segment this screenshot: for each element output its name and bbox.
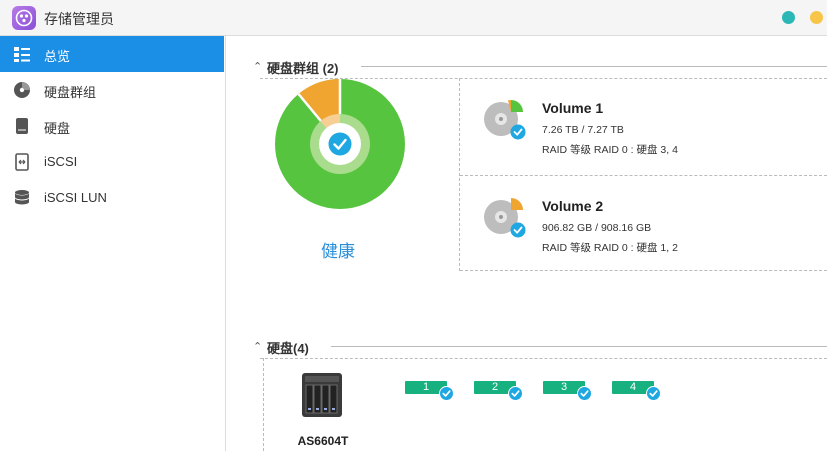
nas-device-icon[interactable]	[301, 372, 343, 418]
disk-slot-1[interactable]: 1	[405, 381, 457, 401]
section-title: 硬盘群组 (2)	[267, 61, 339, 76]
volume-name: Volume 1	[542, 100, 604, 116]
disk-ok-check-icon	[439, 386, 454, 401]
disk-slot-3[interactable]: 3	[543, 381, 595, 401]
health-status-label: 健康	[321, 242, 355, 261]
sidebar-item-iscsi-lun[interactable]: iSCSI LUN	[0, 180, 224, 216]
maximize-button[interactable]	[810, 11, 823, 24]
section-divider	[361, 66, 827, 67]
volume-capacity: 906.82 GB / 908.16 GB	[542, 222, 652, 234]
sidebar-item-label: 硬盘群组	[44, 85, 97, 100]
volume-disk-icon	[484, 198, 526, 238]
disk-ok-check-icon	[508, 386, 523, 401]
dashed-divider	[260, 358, 827, 359]
disk-slot-4[interactable]: 4	[612, 381, 664, 401]
disk-slot-2[interactable]: 2	[474, 381, 526, 401]
sidebar: 总览 硬盘群组 硬盘 iSCSI iSCSI LUN	[0, 36, 226, 451]
title-bar: 存储管理员	[0, 0, 827, 36]
hard-disk-icon	[16, 118, 28, 134]
volume-raid-info: RAID 等级 RAID 0 : 硬盘 1, 2	[542, 242, 678, 254]
volume-capacity: 7.26 TB / 7.27 TB	[542, 124, 624, 136]
sidebar-item-iscsi[interactable]: iSCSI	[0, 144, 224, 180]
volume-disk-icon	[484, 100, 526, 140]
sidebar-item-label: 总览	[44, 49, 71, 64]
dashed-divider	[460, 175, 827, 176]
sidebar-item-label: iSCSI LUN	[44, 190, 107, 205]
sidebar-item-overview[interactable]: 总览	[0, 36, 224, 72]
disk-group-section-header[interactable]: ⌃ 硬盘群组 (2)	[253, 58, 827, 76]
volume-card[interactable]: Volume 2 906.82 GB / 908.16 GB RAID 等级 R…	[460, 178, 827, 272]
iscsi-icon	[15, 153, 29, 171]
sidebar-item-disk-groups[interactable]: 硬盘群组	[0, 72, 224, 108]
nas-model-label: AS6604T	[297, 434, 349, 448]
collapse-caret-icon[interactable]: ⌃	[253, 60, 262, 73]
volume-name: Volume 2	[542, 198, 604, 214]
disk-group-icon	[14, 82, 30, 98]
disk-group-health-donut[interactable]	[274, 78, 406, 210]
section-title: 硬盘(4)	[267, 341, 309, 356]
sidebar-item-label: 硬盘	[44, 121, 71, 136]
sidebar-item-label: iSCSI	[44, 154, 78, 169]
minimize-button[interactable]	[782, 11, 795, 24]
storage-manager-app-icon	[12, 6, 36, 30]
volume-raid-info: RAID 等级 RAID 0 : 硬盘 3, 4	[542, 144, 678, 156]
dashed-divider	[263, 358, 264, 451]
disks-section-header[interactable]: ⌃ 硬盘(4)	[253, 338, 827, 356]
disk-ok-check-icon	[646, 386, 661, 401]
app-title: 存储管理员	[44, 11, 114, 27]
sidebar-item-disks[interactable]: 硬盘	[0, 108, 224, 144]
collapse-caret-icon[interactable]: ⌃	[253, 340, 262, 353]
section-divider	[331, 346, 827, 347]
database-icon	[15, 190, 29, 205]
volume-card[interactable]: Volume 1 7.26 TB / 7.27 TB RAID 等级 RAID …	[460, 80, 827, 174]
healthy-check-icon	[328, 132, 352, 156]
overview-list-icon	[14, 47, 30, 62]
disk-ok-check-icon	[577, 386, 592, 401]
